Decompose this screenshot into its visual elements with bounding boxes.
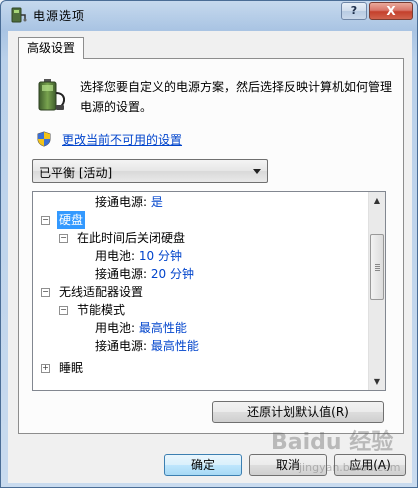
tree-row[interactable]: 接通电源: 是: [33, 193, 369, 211]
collapse-icon[interactable]: −: [41, 216, 50, 225]
tree-item-label: 用电池: 10 分钟: [95, 249, 182, 263]
tree-row[interactable]: − 硬盘: [33, 211, 369, 229]
settings-tree[interactable]: 接通电源: 是 − 硬盘 − 在此时间后关闭硬盘 用电池: 10 分钟 接通电源…: [32, 191, 386, 391]
dialog-client-area: 高级设置 选择您要自定义的电源方案，然后选择反映计算机如何管理电源的设置。 更改…: [8, 31, 412, 483]
tree-row[interactable]: − 在此时间后关闭硬盘: [33, 229, 369, 247]
power-options-dialog: 电源选项 ? X 高级设置 选择您要自定义的电源方案，然后选择反映计算机如何管理…: [0, 0, 418, 488]
collapse-icon[interactable]: −: [41, 288, 50, 297]
tree-row[interactable]: 用电池: 10 分钟: [33, 247, 369, 265]
apply-button[interactable]: 应用(A): [334, 454, 406, 476]
scroll-down-icon[interactable]: ▼: [369, 373, 385, 390]
grip-line: [375, 270, 380, 271]
tree-row[interactable]: 接通电源: 20 分钟: [33, 265, 369, 283]
cancel-button[interactable]: 取消: [249, 454, 327, 476]
plan-description: 选择您要自定义的电源方案，然后选择反映计算机如何管理电源的设置。: [80, 80, 393, 114]
battery-plug-icon: [38, 79, 66, 111]
ok-button[interactable]: 确定: [164, 454, 242, 476]
tree-item-label: 接通电源: 是: [95, 195, 163, 209]
tree-item-label: 睡眠: [59, 361, 84, 375]
tree-row[interactable]: − 无线适配器设置: [33, 283, 369, 301]
tree-item-value: 20 分钟: [150, 267, 194, 281]
power-plan-selected-value: 已平衡 [活动]: [39, 166, 113, 180]
collapse-icon[interactable]: −: [59, 306, 68, 315]
chevron-down-icon: [253, 169, 261, 174]
title-bar: 电源选项 ? X: [1, 1, 417, 29]
tree-item-hard-disk: 硬盘: [57, 211, 86, 229]
help-button[interactable]: ?: [341, 2, 367, 20]
power-options-icon: [11, 7, 27, 23]
tree-item-label: 节能模式: [77, 303, 126, 317]
close-button[interactable]: X: [369, 2, 413, 20]
tree-item-label: 接通电源: 最高性能: [95, 339, 199, 353]
change-unavailable-settings-link[interactable]: 更改当前不可用的设置: [62, 131, 182, 148]
tree-scrollbar[interactable]: ▲ ▼: [368, 192, 385, 390]
grip-line: [375, 266, 380, 267]
tree-item-value: 最高性能: [138, 321, 187, 335]
tree-row[interactable]: 用电池: 最高性能: [33, 319, 369, 337]
tree-item-label: 用电池: 最高性能: [95, 321, 187, 335]
tree-item-value: 是: [150, 195, 163, 209]
scroll-up-icon[interactable]: ▲: [369, 192, 385, 209]
tree-row[interactable]: 接通电源: 最高性能: [33, 337, 369, 355]
tree-row[interactable]: − 节能模式: [33, 301, 369, 319]
tree-item-label: 无线适配器设置: [59, 285, 144, 299]
tab-advanced-settings[interactable]: 高级设置: [18, 37, 84, 59]
grip-line: [375, 268, 380, 269]
collapse-icon[interactable]: −: [59, 234, 68, 243]
tree-item-value: 10 分钟: [138, 249, 182, 263]
power-plan-dropdown[interactable]: 已平衡 [活动]: [32, 159, 268, 183]
scroll-thumb[interactable]: [370, 234, 384, 300]
grip-line: [375, 264, 380, 265]
tree-item-label: 在此时间后关闭硬盘: [77, 231, 186, 245]
restore-plan-defaults-button[interactable]: 还原计划默认值(R): [212, 401, 384, 423]
tree-row[interactable]: + 睡眠: [33, 359, 369, 377]
tree-item-value: 最高性能: [150, 339, 199, 353]
expand-icon[interactable]: +: [41, 364, 50, 373]
tree-item-label: 接通电源: 20 分钟: [95, 267, 194, 281]
uac-shield-icon: [37, 131, 51, 147]
window-title: 电源选项: [33, 9, 86, 23]
